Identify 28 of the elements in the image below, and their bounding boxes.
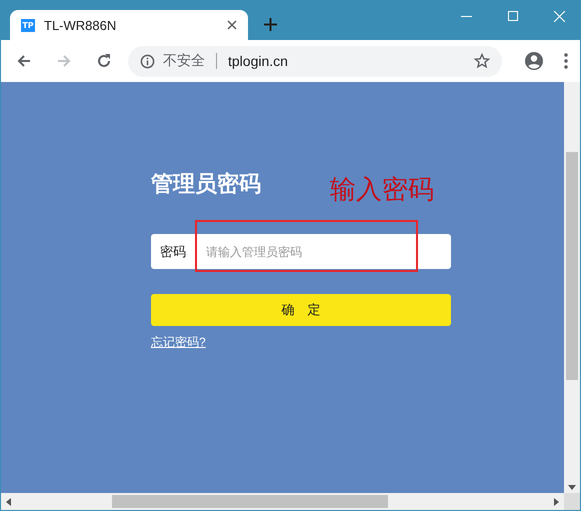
annotation-text: 输入密码	[330, 174, 434, 207]
tab-title: TL-WR886N	[44, 18, 118, 32]
back-icon[interactable]	[16, 53, 32, 69]
close-window-icon[interactable]	[554, 10, 565, 22]
browser-tab[interactable]: TP TL-WR886N	[10, 10, 248, 40]
new-tab-icon[interactable]	[264, 18, 277, 31]
scroll-left-icon[interactable]	[6, 498, 11, 506]
address-bar[interactable]: 不安全 tplogin.cn	[128, 46, 502, 76]
password-input[interactable]: 请输入管理员密码	[206, 244, 451, 258]
field-label: 密码	[160, 242, 187, 260]
account-icon[interactable]	[524, 51, 544, 71]
confirm-button[interactable]: 确 定	[151, 294, 451, 326]
scrollbar-corner	[564, 493, 580, 510]
scroll-thumb[interactable]	[566, 152, 578, 380]
menu-icon[interactable]	[564, 53, 568, 69]
page-title: 管理员密码	[151, 170, 261, 199]
scroll-thumb[interactable]	[112, 495, 388, 508]
url-text: tplogin.cn	[228, 53, 289, 69]
close-tab-icon[interactable]	[227, 20, 237, 30]
tp-logo-icon: TP	[21, 18, 35, 32]
forgot-password-link[interactable]: 忘记密码?	[151, 334, 206, 351]
reload-icon[interactable]	[96, 53, 112, 69]
info-icon[interactable]	[140, 54, 155, 68]
maximize-icon[interactable]	[508, 11, 518, 21]
scroll-down-icon[interactable]	[568, 485, 576, 490]
star-icon[interactable]	[474, 53, 490, 69]
password-field[interactable]: 密码 请输入管理员密码	[151, 234, 451, 269]
security-label: 不安全	[163, 52, 205, 70]
